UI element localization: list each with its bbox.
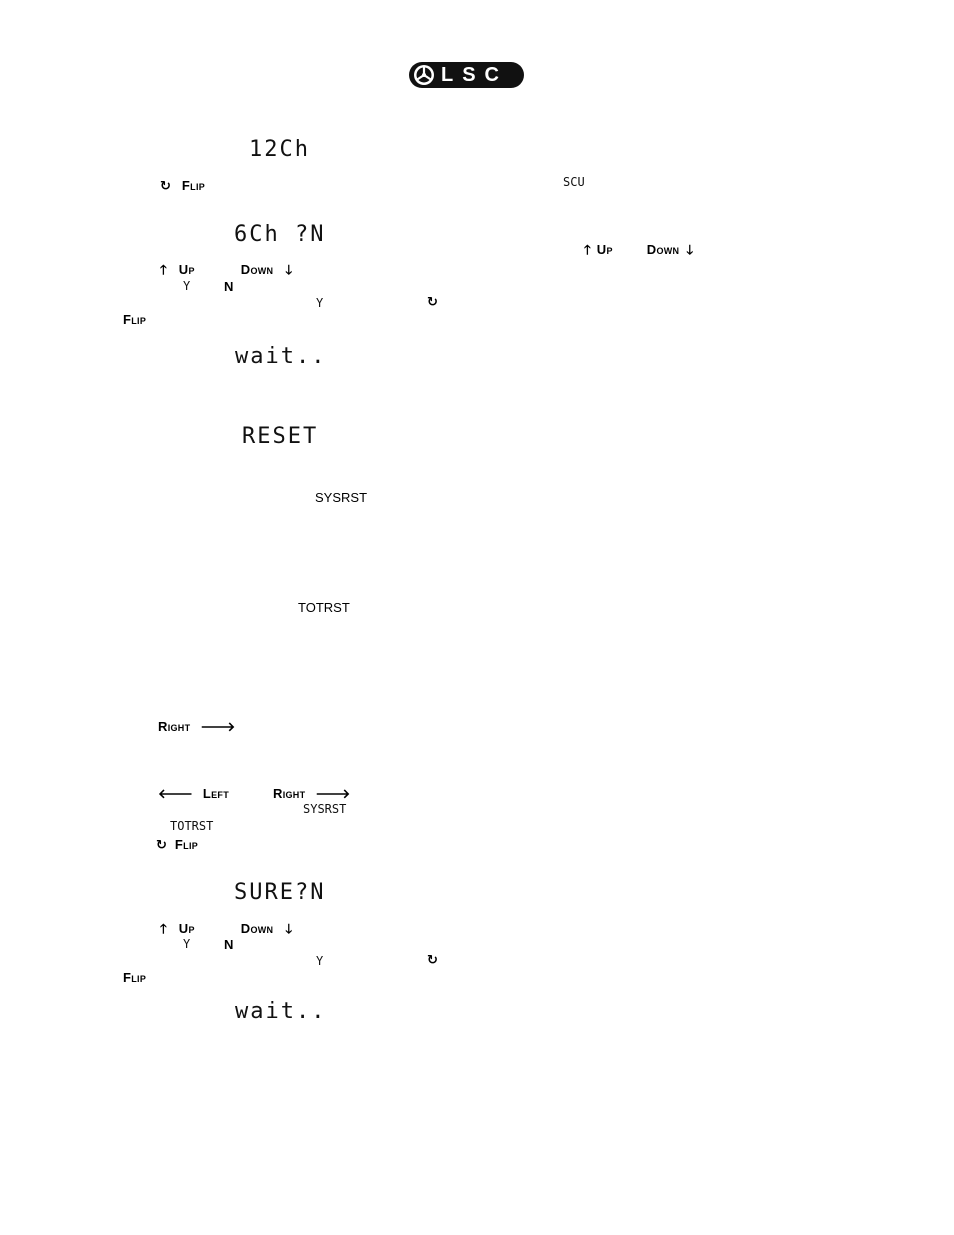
lcd-display-wait: wait.. [235,344,327,369]
yes-option: Y [183,937,191,951]
down-arrow-icon: 🡓 [686,243,694,258]
lcd-display-mode-prompt: 6Ch ?N [234,222,326,247]
up-arrow-icon: 🡑 [160,922,167,937]
flip-key-label: Flip [181,178,206,193]
up-key-label: Up [178,921,195,936]
lcd-display-wait: wait.. [235,999,327,1024]
totrst-label-2: TOTRST [170,819,214,833]
flip-key-ref: ↻ Flip [160,177,205,195]
flip-icon: ↻ [160,179,171,194]
confirm-yes: Y [316,954,324,968]
lcd-display-sure-prompt: SURE?N [234,880,326,905]
left-key-label: Left [202,786,230,801]
sysrst-label-2: SYSRST [303,802,347,816]
right-arrow-icon: 🡒 [200,720,236,735]
scu-label: SCU [563,175,585,189]
up-down-key-ref-right: 🡑 Up Down 🡓 [584,241,693,263]
lsc-logo: LSC [409,62,524,88]
flip-key-label: Flip [123,312,147,327]
flip-key-label: Flip [123,970,147,985]
sysrst-label: SYSRST [315,490,368,505]
up-arrow-icon: 🡑 [160,263,167,278]
logo-text: LSC [441,64,508,86]
flip-key-label: Flip [174,837,199,852]
up-key-label: Up [596,242,613,257]
yes-option: Y [183,279,191,293]
flip-icon: ↻ [156,838,167,853]
down-arrow-icon: 🡓 [285,263,293,278]
confirm-yes: Y [316,296,324,310]
left-arrow-icon: 🡐 [158,787,193,802]
no-option: N [224,279,234,294]
flip-icon: ↻ [427,953,438,968]
lcd-display-reset: RESET [242,424,319,449]
down-key-label: Down [240,921,274,936]
up-key-label: Up [178,262,195,277]
right-key-label: Right [158,719,191,734]
right-key-ref: Right 🡒 [158,718,235,736]
flip-icon: ↻ [427,295,438,310]
lsc-triskelion-icon [414,65,434,85]
totrst-label: TOTRST [298,600,350,615]
flip-key-ref: ↻ Flip [156,836,198,854]
no-option: N [224,937,234,952]
left-right-key-ref: 🡐 Left Right 🡒 [158,785,350,803]
right-arrow-icon: 🡒 [315,787,351,802]
up-arrow-icon: 🡑 [584,243,591,258]
down-key-label: Down [646,242,680,257]
lcd-display-current-mode: 12Ch [249,137,310,162]
down-arrow-icon: 🡓 [285,922,293,937]
right-key-label: Right [273,786,306,801]
down-key-label: Down [240,262,274,277]
